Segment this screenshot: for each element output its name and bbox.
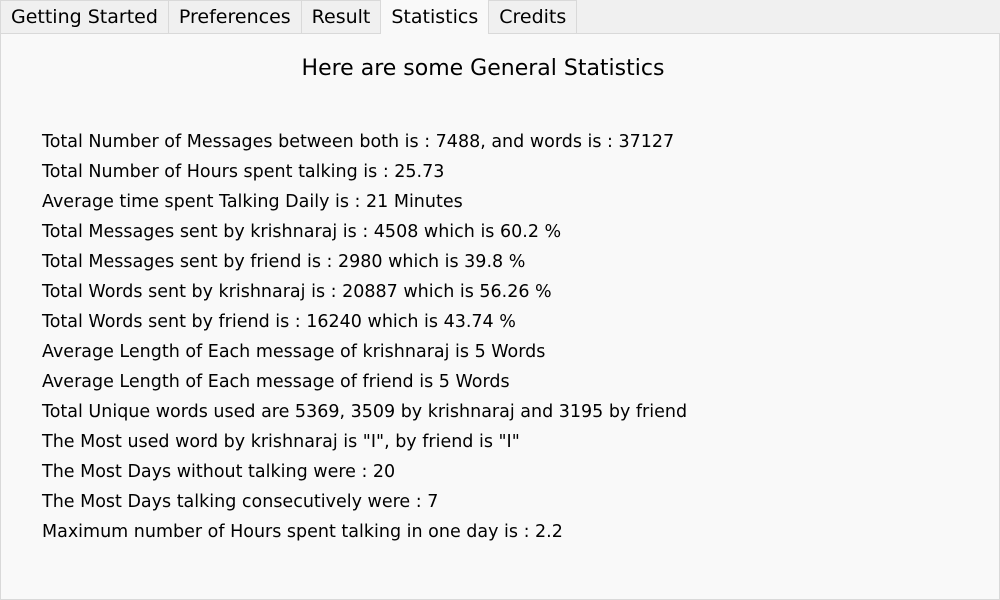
stat-avg-length-friend: Average Length of Each message of friend… xyxy=(42,372,510,392)
stat-days-consecutive: The Most Days talking consecutively were… xyxy=(42,492,439,512)
stat-days-without-talking: The Most Days without talking were : 20 xyxy=(42,462,396,482)
stat-messages-krishnaraj: Total Messages sent by krishnaraj is : 4… xyxy=(42,222,562,242)
tab-result[interactable]: Result xyxy=(300,0,382,33)
tab-credits[interactable]: Credits xyxy=(488,0,578,33)
stat-messages-friend: Total Messages sent by friend is : 2980 … xyxy=(42,252,526,272)
stat-total-hours: Total Number of Hours spent talking is :… xyxy=(42,162,445,182)
statistics-list: Total Number of Messages between both is… xyxy=(42,127,687,547)
app-window: Getting Started Preferences Result Stati… xyxy=(0,0,1000,600)
tab-preferences[interactable]: Preferences xyxy=(167,0,302,33)
statistics-panel: Here are some General Statistics Total N… xyxy=(0,33,1000,600)
tab-getting-started[interactable]: Getting Started xyxy=(0,0,169,33)
stat-words-friend: Total Words sent by friend is : 16240 wh… xyxy=(42,312,516,332)
stat-max-hours-one-day: Maximum number of Hours spent talking in… xyxy=(42,522,563,542)
stat-total-messages: Total Number of Messages between both is… xyxy=(42,132,675,152)
stat-most-used-word: The Most used word by krishnaraj is "I",… xyxy=(42,432,520,452)
stat-words-krishnaraj: Total Words sent by krishnaraj is : 2088… xyxy=(42,282,552,302)
stat-avg-length-krishnaraj: Average Length of Each message of krishn… xyxy=(42,342,546,362)
tab-bar: Getting Started Preferences Result Stati… xyxy=(0,0,578,34)
statistics-heading: Here are some General Statistics xyxy=(301,56,665,81)
stat-average-daily-time: Average time spent Talking Daily is : 21… xyxy=(42,192,463,212)
stat-unique-words: Total Unique words used are 5369, 3509 b… xyxy=(42,402,688,422)
tab-statistics[interactable]: Statistics xyxy=(380,0,490,34)
